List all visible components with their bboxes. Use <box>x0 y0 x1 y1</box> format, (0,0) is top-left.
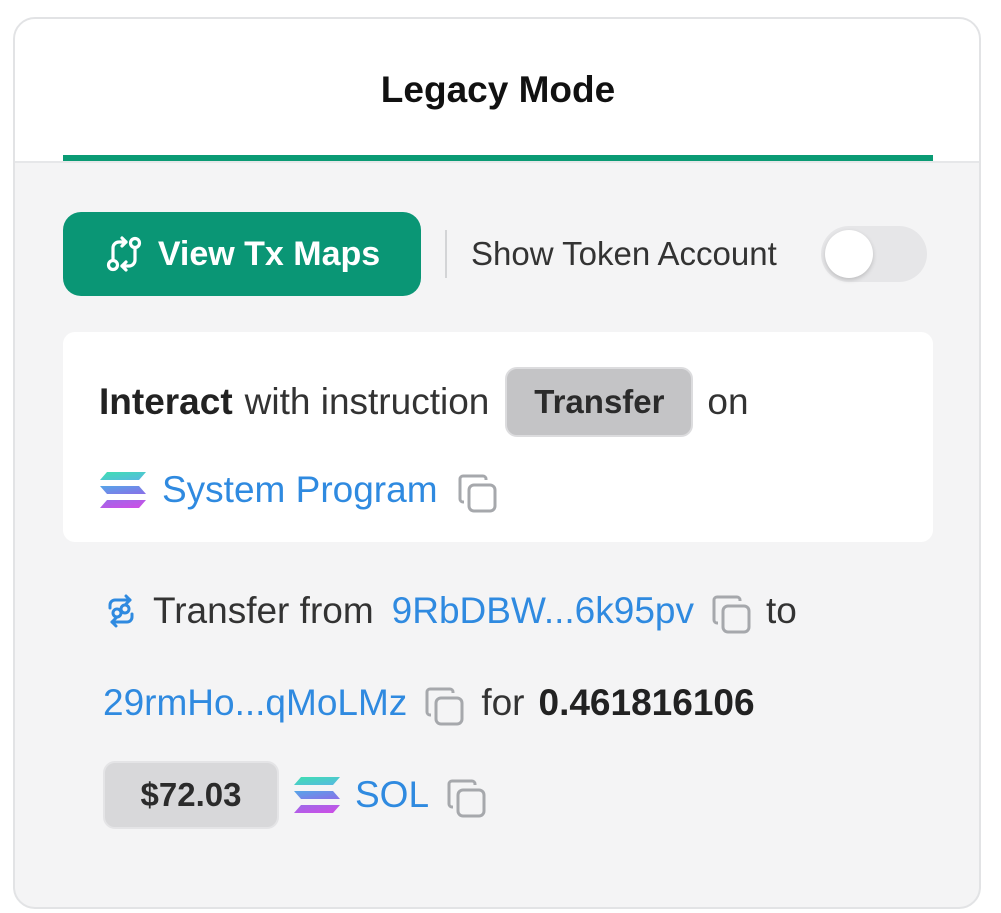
instruction-line: Interact with instruction Transfer on <box>99 366 749 438</box>
transfer-to-text: to <box>765 590 797 631</box>
show-token-account-toggle[interactable] <box>821 226 927 282</box>
copy-token-icon[interactable] <box>445 777 489 821</box>
toggle-knob <box>825 230 873 278</box>
view-tx-maps-button[interactable]: View Tx Maps <box>63 212 421 296</box>
transfer-arrows-icon <box>103 593 139 629</box>
copy-from-address-icon[interactable] <box>710 593 754 637</box>
toolbar-divider <box>445 230 447 278</box>
instruction-verb: Interact <box>99 381 233 422</box>
from-address-link[interactable]: 9RbDBW...6k95pv <box>392 590 694 632</box>
view-tx-maps-label: View Tx Maps <box>157 234 381 273</box>
transfer-from-text: Transfer from <box>153 590 374 631</box>
usd-value-badge: $72.03 <box>103 761 279 829</box>
instruction-card: Legacy Mode View Tx Maps Show Token Acco… <box>13 17 981 909</box>
copy-to-address-icon[interactable] <box>423 685 467 729</box>
copy-program-icon[interactable] <box>456 472 500 516</box>
tx-maps-icon <box>104 234 144 274</box>
program-link[interactable]: System Program <box>162 469 438 511</box>
solana-logo-icon <box>99 470 147 510</box>
program-line: System Program <box>99 454 500 526</box>
sol-logo-icon <box>293 775 341 815</box>
show-token-account-label: Show Token Account <box>471 235 777 272</box>
transfer-for-text: for <box>481 682 525 723</box>
instruction-name-badge: Transfer <box>505 367 694 437</box>
tab-legacy-mode[interactable]: Legacy Mode <box>63 19 933 161</box>
to-address-link[interactable]: 29rmHo...qMoLMz <box>103 682 407 724</box>
instruction-summary: Interact with instruction Transfer on Sy… <box>63 332 933 542</box>
toolbar: View Tx Maps Show Token Account <box>63 212 933 296</box>
active-tab-indicator <box>63 155 933 161</box>
tab-bar: Legacy Mode <box>15 19 979 163</box>
instruction-text: with instruction <box>244 381 490 422</box>
transfer-line-2: 29rmHo...qMoLMz for 0.461816106 <box>103 667 755 739</box>
instruction-on-text: on <box>707 381 749 422</box>
token-link[interactable]: SOL <box>355 774 429 816</box>
transfer-line-3: $72.03 SOL <box>103 759 489 831</box>
transfer-amount: 0.461816106 <box>538 682 755 723</box>
transfer-line-1: Transfer from 9RbDBW...6k95pv to <box>103 575 797 647</box>
